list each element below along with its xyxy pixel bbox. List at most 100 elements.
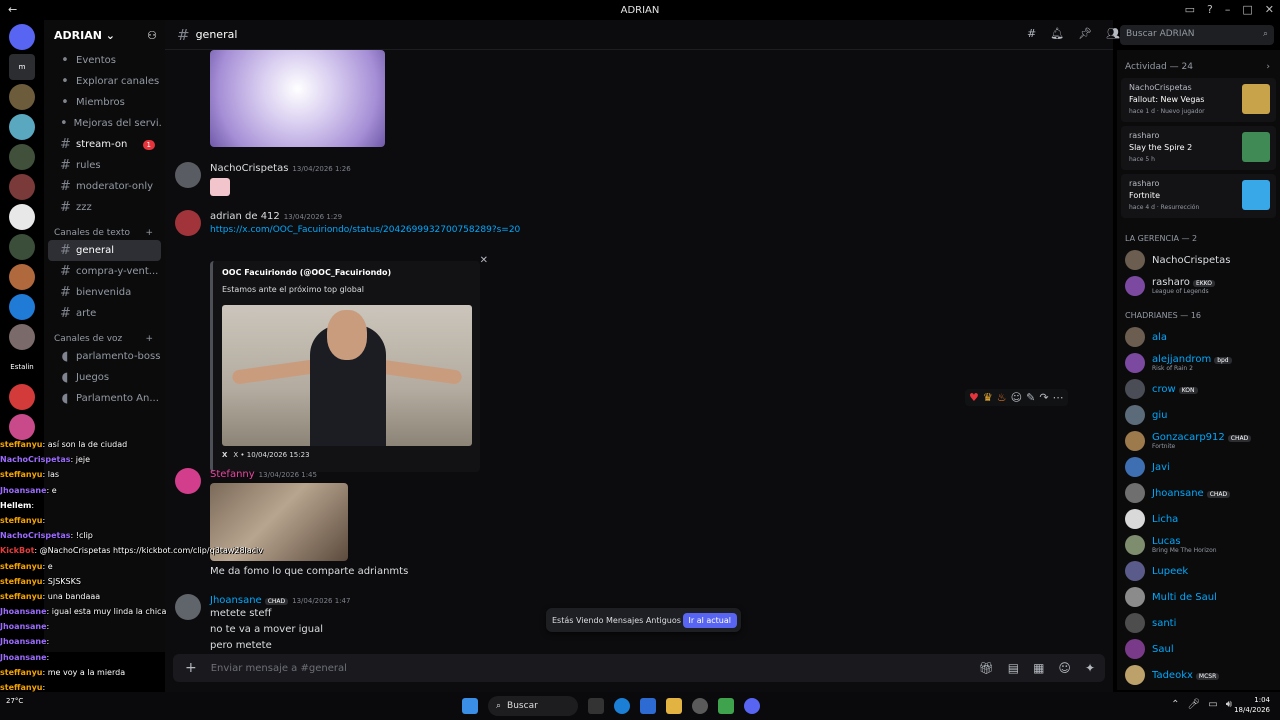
store-icon[interactable] [640, 698, 656, 714]
activity-header[interactable]: Actividad — 24 › [1117, 50, 1280, 78]
channel-general[interactable]: # general [48, 240, 161, 261]
jump-to-present-button[interactable]: Ir al actual [682, 612, 737, 628]
add-channel-icon[interactable]: + [145, 228, 153, 238]
sticker-icon[interactable]: ▦ [1033, 661, 1044, 675]
search-input[interactable]: Buscar ADRIAN ⌕ [1120, 25, 1274, 45]
server-icon[interactable] [9, 324, 35, 350]
member-item[interactable]: Lucas Bring Me The Horizon [1117, 532, 1280, 558]
discord-icon[interactable] [744, 698, 760, 714]
remove-embed-icon[interactable]: ✕ [480, 255, 488, 266]
members-toggle-icon[interactable]: 👥︎ [1106, 27, 1120, 40]
inbox-icon[interactable]: ▭ [1185, 3, 1195, 16]
close-button[interactable]: ✕ [1265, 3, 1274, 16]
channel-miembros[interactable]: • Miembros [48, 92, 161, 113]
weather-widget[interactable]: 27°C [6, 696, 23, 706]
username[interactable]: Stefanny [210, 469, 255, 480]
server-icon[interactable] [9, 84, 35, 110]
apps-icon[interactable]: ✦ [1085, 661, 1095, 675]
fire-reaction-icon[interactable]: ♨ [997, 391, 1007, 404]
avatar[interactable] [175, 594, 201, 620]
member-item[interactable]: Gonzacarp912 CHAD Fortnite [1117, 428, 1280, 454]
server-icon[interactable] [9, 294, 35, 320]
heart-reaction-icon[interactable]: ♥ [969, 391, 979, 404]
edge-icon[interactable] [614, 698, 630, 714]
channel-explorar-canales[interactable]: • Explorar canales [48, 71, 161, 92]
add-voice-channel-icon[interactable]: + [145, 334, 153, 344]
category-voice-channels[interactable]: Canales de voz + [44, 324, 165, 346]
maximize-button[interactable]: □ [1242, 3, 1252, 16]
add-friend-icon[interactable]: ⚇ [147, 29, 157, 42]
server-icon[interactable]: Estalin [9, 354, 35, 380]
sticker-image[interactable] [210, 178, 230, 196]
gif-icon[interactable]: ▤ [1008, 661, 1019, 675]
server-icon[interactable] [9, 414, 35, 440]
guild-header[interactable]: ADRIAN ⌄ ⚇ [44, 20, 165, 50]
gift-icon[interactable]: 🎁︎ [979, 661, 994, 675]
upload-plus-icon[interactable]: + [185, 660, 197, 676]
username[interactable]: NachoCrispetas [210, 163, 288, 174]
tray-chevron-icon[interactable]: ⌃ [1171, 699, 1179, 710]
server-icon[interactable] [9, 234, 35, 260]
member-item[interactable]: NachoCrispetas [1117, 247, 1280, 273]
member-item[interactable]: rasharo EKKO League of Legends [1117, 273, 1280, 299]
member-item[interactable]: alejjandrom bpd Risk of Rain 2 [1117, 350, 1280, 376]
channel-rules[interactable]: # rules [48, 155, 161, 176]
channel-mejoras-del-servi-[interactable]: • Mejoras del servi... [48, 113, 161, 134]
server-icon[interactable]: m [9, 54, 35, 80]
channel-compra-y-vent-[interactable]: # compra-y-vent... [48, 261, 161, 282]
taskbar-search[interactable]: ⌕ Buscar [488, 696, 578, 716]
volume-icon[interactable]: 🔊︎ [1226, 699, 1232, 710]
member-item[interactable]: giu [1117, 402, 1280, 428]
avatar[interactable] [175, 210, 201, 236]
member-item[interactable]: Multi de Saul [1117, 584, 1280, 610]
member-item[interactable]: crow KON [1117, 376, 1280, 402]
username[interactable]: adrian de 412 [210, 211, 280, 222]
threads-icon[interactable]: # [1027, 27, 1036, 40]
microphone-icon[interactable]: 🎤︎ [1188, 699, 1201, 710]
activity-card[interactable]: rasharo Fortnite hace 4 d · Resurrección [1121, 174, 1276, 218]
member-item[interactable]: Javi [1117, 454, 1280, 480]
more-options-icon[interactable]: ⋯ [1053, 391, 1064, 404]
channel-stream-on[interactable]: # stream-on 1 [48, 134, 161, 155]
member-item[interactable]: santi [1117, 610, 1280, 636]
add-reaction-icon[interactable]: ☺ [1011, 391, 1022, 404]
emoji-icon[interactable]: ☺ [1058, 661, 1071, 675]
server-icon[interactable] [9, 114, 35, 140]
chrome-icon[interactable] [692, 698, 708, 714]
channel-eventos[interactable]: • Eventos [48, 50, 161, 71]
forward-icon[interactable]: ↷ [1039, 391, 1048, 404]
help-icon[interactable]: ? [1207, 3, 1213, 16]
message-input[interactable]: Enviar mensaje a #general [211, 663, 347, 674]
server-icon[interactable] [9, 144, 35, 170]
member-item[interactable]: Licha [1117, 506, 1280, 532]
channel-parlamento-an-[interactable]: ◖ Parlamento An... [48, 388, 161, 409]
network-icon[interactable]: ▭ [1208, 699, 1217, 710]
activity-card[interactable]: rasharo Slay the Spire 2 hace 5 h [1121, 126, 1276, 170]
file-explorer-icon[interactable] [666, 698, 682, 714]
server-icon[interactable] [9, 384, 35, 410]
server-icon[interactable] [9, 264, 35, 290]
server-icon[interactable] [9, 24, 35, 50]
username[interactable]: Jhoansane [210, 595, 262, 606]
member-item[interactable]: Tadeokx MCSR [1117, 662, 1280, 688]
image-attachment[interactable] [210, 50, 385, 147]
channel-juegos[interactable]: ◖ Juegos [48, 367, 161, 388]
avatar[interactable] [175, 468, 201, 494]
channel-moderator-only[interactable]: # moderator-only [48, 176, 161, 197]
back-arrow-icon[interactable]: ← [8, 3, 17, 16]
category-text-channels[interactable]: Canales de texto + [44, 218, 165, 240]
pin-icon[interactable]: 📌︎ [1078, 27, 1092, 40]
message-link[interactable]: https://x.com/OOC_Facuiriondo/status/204… [210, 225, 520, 235]
member-item[interactable]: ala [1117, 324, 1280, 350]
embed-author[interactable]: OOC Facuiriondo (@OOC_Facuiriondo) [222, 268, 391, 277]
channel-arte[interactable]: # arte [48, 303, 161, 324]
channel-parlamento-boss[interactable]: ◖ parlamento-boss [48, 346, 161, 367]
member-item[interactable]: Saul [1117, 636, 1280, 662]
member-item[interactable]: Lupeek [1117, 558, 1280, 584]
activity-card[interactable]: NachoCrispetas Fallout: New Vegas hace 1 d… [1121, 78, 1276, 122]
channel-bienvenida[interactable]: # bienvenida [48, 282, 161, 303]
chevron-right-icon[interactable]: › [1266, 62, 1270, 72]
server-icon[interactable] [9, 174, 35, 200]
obs-icon[interactable] [718, 698, 734, 714]
minimize-button[interactable]: – [1225, 3, 1231, 16]
